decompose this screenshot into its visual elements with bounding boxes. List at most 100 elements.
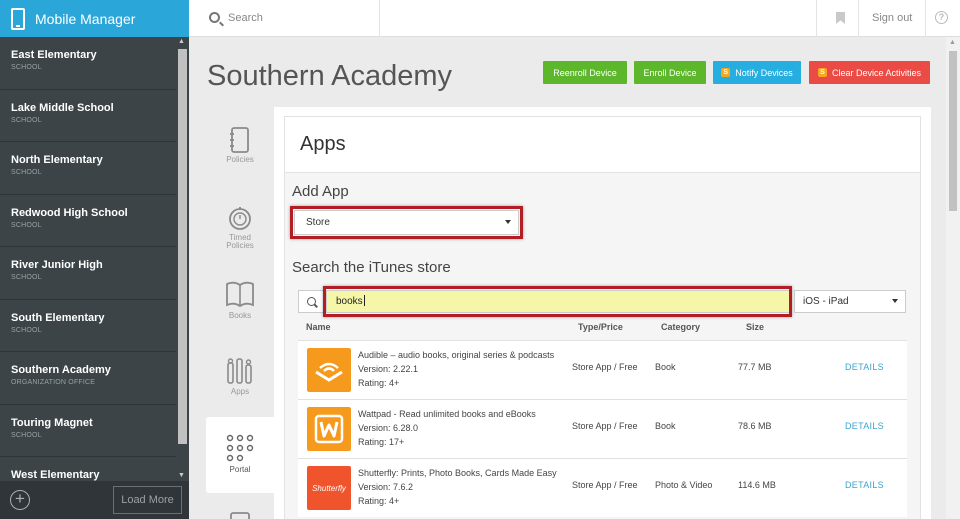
school-type: SCHOOL xyxy=(11,274,42,281)
enroll-device-button[interactable]: Enroll Device xyxy=(634,61,706,84)
school-name: Southern Academy xyxy=(11,364,111,376)
app-type: Store App / Free xyxy=(572,421,638,431)
details-link[interactable]: DETAILS xyxy=(845,362,884,372)
school-type: SCHOOL xyxy=(11,326,42,334)
main-scroll-thumb[interactable] xyxy=(949,51,957,211)
school-type: SCHOOL xyxy=(11,431,42,439)
sidebar-item-river-junior-high[interactable]: River Junior High SCHOOL xyxy=(0,247,176,300)
column-header-size: Size xyxy=(746,322,765,332)
clear-device-activities-button[interactable]: S Clear Device Activities xyxy=(809,61,930,84)
nav-apps[interactable]: Apps xyxy=(206,357,274,396)
school-type: SCHOOL xyxy=(11,116,42,124)
global-search-input[interactable]: Search xyxy=(228,12,263,24)
nav-timed-policies[interactable]: Timed Policies xyxy=(206,205,274,250)
bookmark-icon[interactable] xyxy=(836,12,845,24)
app-category: Book xyxy=(655,362,676,372)
help-icon[interactable]: ? xyxy=(935,11,948,24)
details-link[interactable]: DETAILS xyxy=(845,480,884,490)
school-type: ORGANIZATION OFFICE xyxy=(11,379,96,386)
audible-app-icon xyxy=(307,348,351,392)
nav-label: Books xyxy=(228,311,252,320)
more-section-icon xyxy=(230,512,250,519)
open-book-icon xyxy=(226,281,254,308)
school-name: West Elementary xyxy=(11,469,100,481)
highlight-source-select xyxy=(290,206,523,239)
app-category: Photo & Video xyxy=(655,480,713,490)
column-header-category: Category xyxy=(661,322,701,332)
school-type: SCHOOL xyxy=(11,64,42,71)
plus-circle-icon[interactable]: + xyxy=(10,490,30,510)
search-icon[interactable] xyxy=(209,12,220,23)
scroll-down-arrow-icon[interactable]: ▼ xyxy=(178,472,185,479)
scroll-up-arrow-icon[interactable]: ▲ xyxy=(178,38,185,45)
app-rating: Rating: 4+ xyxy=(358,378,400,388)
app-version: Version: 2.22.1 xyxy=(358,364,419,374)
stopwatch-icon xyxy=(229,207,251,230)
school-name: North Elementary xyxy=(11,154,103,166)
store-badge-icon: S xyxy=(817,68,827,77)
sidebar-item-redwood-high-school[interactable]: Redwood High School SCHOOL xyxy=(0,195,176,247)
app-rating: Rating: 4+ xyxy=(358,496,400,506)
shutterfly-app-icon: Shutterfly xyxy=(307,466,351,510)
app-type: Store App / Free xyxy=(572,362,638,372)
column-header-type: Type/Price xyxy=(578,322,623,332)
top-bar: Search Sign out ? xyxy=(189,0,960,37)
platform-value: iOS - iPad xyxy=(803,296,849,307)
nav-label: Apps xyxy=(230,387,250,396)
school-type: SCHOOL xyxy=(11,221,42,229)
scroll-up-arrow-icon[interactable]: ▲ xyxy=(949,39,956,46)
add-app-label: Add App xyxy=(292,183,349,200)
sidebar-item-touring-magnet[interactable]: Touring Magnet SCHOOL xyxy=(0,405,176,457)
school-name: Redwood High School xyxy=(11,206,128,219)
app-title: Mobile Manager xyxy=(35,10,136,27)
sidebar-item-east-elementary[interactable]: East Elementary SCHOOL xyxy=(0,37,176,90)
school-name: South Elementary xyxy=(11,311,105,324)
table-row: Wattpad - Read unlimited books and eBook… xyxy=(298,399,907,458)
divider xyxy=(816,0,817,37)
details-link[interactable]: DETAILS xyxy=(845,421,884,431)
divider xyxy=(379,0,380,37)
sidebar-scrollbar[interactable]: ▲ ▼ xyxy=(176,37,189,481)
nav-books[interactable]: Books xyxy=(206,281,274,320)
column-header-name: Name xyxy=(306,322,331,332)
sign-out-link[interactable]: Sign out xyxy=(872,12,912,24)
search-button[interactable] xyxy=(298,290,326,313)
app-size: 78.6 MB xyxy=(738,421,772,431)
sidebar-scroll-thumb[interactable] xyxy=(178,49,187,444)
page-title: Southern Academy xyxy=(207,60,453,92)
mobile-phone-icon xyxy=(11,7,25,30)
sidebar-item-southern-academy[interactable]: Southern Academy ORGANIZATION OFFICE xyxy=(0,352,176,405)
apps-card-header: Apps xyxy=(285,117,920,173)
sidebar-item-south-elementary[interactable]: South Elementary SCHOOL xyxy=(0,300,176,352)
reenroll-device-button[interactable]: Reenroll Device xyxy=(543,61,627,84)
app-size: 77.7 MB xyxy=(738,362,772,372)
app-version: Version: 6.28.0 xyxy=(358,423,419,433)
brand-header[interactable]: Mobile Manager xyxy=(0,0,189,37)
search-itunes-label: Search the iTunes store xyxy=(292,259,451,276)
school-name: Touring Magnet xyxy=(11,416,93,429)
sidebar-item-north-elementary[interactable]: North Elementary SCHOOL xyxy=(0,142,176,195)
app-size: 114.6 MB xyxy=(738,480,776,490)
app-name: Audible – audio books, original series &… xyxy=(358,350,555,360)
school-name: East Elementary xyxy=(11,49,97,61)
nav-more[interactable] xyxy=(206,509,274,519)
platform-select[interactable]: iOS - iPad xyxy=(794,290,906,313)
main-scrollbar[interactable]: ▲ xyxy=(946,37,960,519)
notebook-icon xyxy=(230,127,249,153)
apps-title: Apps xyxy=(300,133,346,155)
load-more-button[interactable]: Load More xyxy=(113,486,182,514)
sidebar-item-lake-middle-school[interactable]: Lake Middle School SCHOOL xyxy=(0,90,176,142)
clear-device-activities-label: Clear Device Activities xyxy=(831,67,922,78)
notify-devices-button[interactable]: S Notify Devices xyxy=(713,61,801,84)
sidebar-item-west-elementary[interactable]: West Elementary xyxy=(0,457,176,481)
app-name: Shutterfly: Prints, Photo Books, Cards M… xyxy=(358,468,557,478)
school-type: SCHOOL xyxy=(11,169,42,176)
app-rating: Rating: 17+ xyxy=(358,437,405,447)
notify-devices-label: Notify Devices xyxy=(735,67,793,78)
app-category: Book xyxy=(655,421,676,431)
search-icon xyxy=(307,297,316,306)
nav-portal[interactable]: Portal xyxy=(206,417,274,493)
app-type: Store App / Free xyxy=(572,480,638,490)
shutterfly-logo-text: Shutterfly xyxy=(312,483,346,493)
nav-policies[interactable]: Policies xyxy=(206,127,274,164)
